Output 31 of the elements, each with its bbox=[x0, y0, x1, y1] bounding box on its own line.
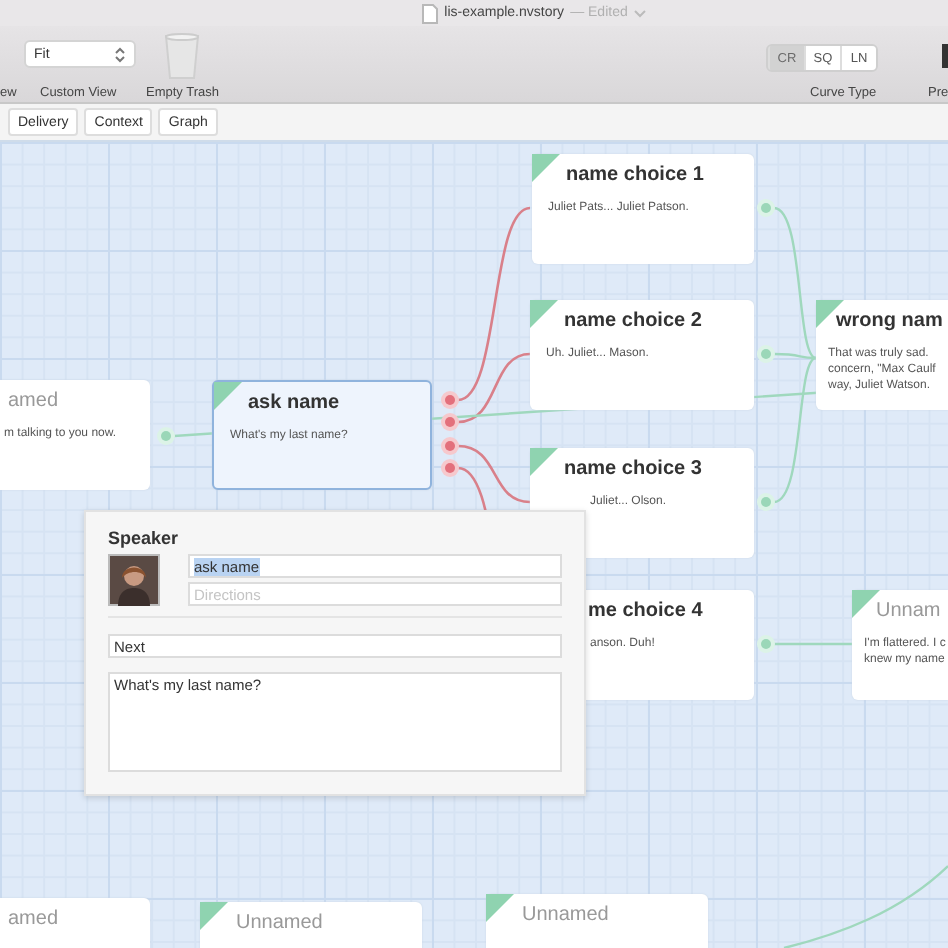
output-port[interactable] bbox=[756, 344, 776, 364]
node-title: name choice 1 bbox=[566, 164, 704, 186]
document-icon bbox=[422, 3, 439, 23]
corner-flag-icon bbox=[486, 894, 514, 922]
corner-flag-icon bbox=[200, 902, 228, 930]
node-title: name choice 3 bbox=[564, 458, 702, 480]
connector-line bbox=[774, 642, 852, 646]
node-title: Unnamed bbox=[236, 912, 323, 934]
corner-flag-icon bbox=[214, 382, 242, 410]
node-title: ask name bbox=[248, 392, 340, 414]
avatar[interactable] bbox=[108, 554, 160, 606]
updown-icon bbox=[114, 45, 126, 63]
node-title: Unnam bbox=[876, 600, 941, 622]
trash-icon[interactable] bbox=[164, 32, 200, 80]
node-title: amed bbox=[8, 390, 59, 412]
node-title: wrong nam bbox=[836, 310, 943, 332]
node-title: amed bbox=[8, 908, 59, 930]
corner-flag-icon bbox=[530, 300, 558, 328]
output-port[interactable] bbox=[756, 634, 776, 654]
corner-flag-icon bbox=[530, 448, 558, 476]
output-port[interactable] bbox=[756, 492, 776, 512]
output-port[interactable] bbox=[156, 426, 176, 446]
connector-line bbox=[457, 444, 531, 504]
node-title: Unnamed bbox=[522, 904, 609, 926]
popover-heading: Speaker bbox=[108, 528, 181, 548]
corner-flag-icon bbox=[852, 590, 880, 618]
output-port[interactable] bbox=[756, 198, 776, 218]
node-title: name choice 2 bbox=[564, 310, 702, 332]
corner-flag-icon bbox=[532, 154, 560, 182]
chevron-icon[interactable] bbox=[633, 9, 646, 17]
node-title: me choice 4 bbox=[588, 600, 703, 622]
